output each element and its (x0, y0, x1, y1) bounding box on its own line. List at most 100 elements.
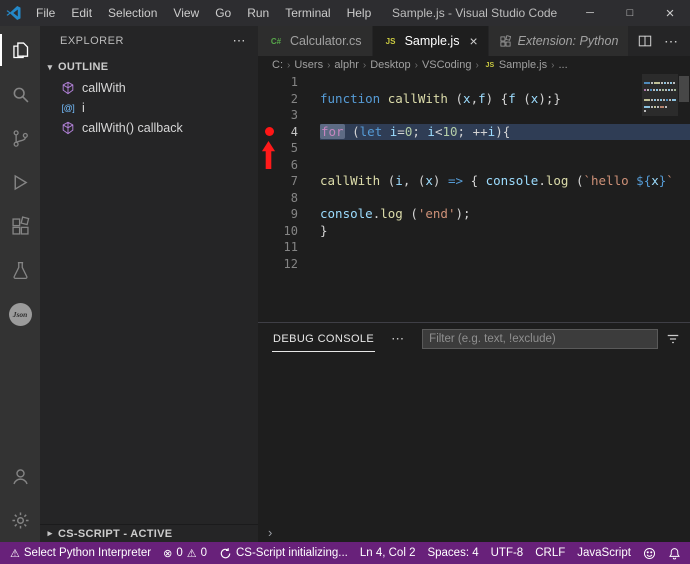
menu-view[interactable]: View (165, 0, 207, 26)
statusbar-left: ⚠ Select Python Interpreter ⊗ 0 ⚠ 0 CS-Script … (4, 542, 354, 564)
activity-item-account[interactable] (0, 454, 40, 498)
breadcrumb-item[interactable]: JS Sample.js (483, 59, 548, 71)
code-token: ( (380, 173, 396, 188)
menu-edit[interactable]: Edit (63, 0, 100, 26)
line-number[interactable]: 11 (280, 239, 298, 256)
statusbar-item-indentation[interactable]: Spaces: 4 (421, 542, 484, 564)
menu-terminal[interactable]: Terminal (277, 0, 338, 26)
close-button[interactable]: × (650, 0, 690, 26)
breadcrumb-item[interactable]: alphr (334, 59, 358, 71)
line-number[interactable]: 10 (280, 223, 298, 240)
menu-file[interactable]: File (28, 0, 63, 26)
minimap-segment (644, 109, 646, 112)
maximize-button[interactable]: □ (610, 0, 650, 26)
outline-item[interactable]: callWith() callback (40, 118, 258, 138)
statusbar-item-feedback[interactable] (637, 542, 662, 564)
minimize-button[interactable]: ─ (570, 0, 610, 26)
code-token: log (380, 206, 403, 221)
filter-icon[interactable] (666, 332, 680, 346)
chevron-right-icon: ▸ (47, 528, 53, 538)
code-line-9[interactable]: 9 console.log ('end'); (258, 206, 690, 223)
statusbar-item-language-mode[interactable]: JavaScript (571, 542, 637, 564)
filter-input[interactable] (422, 328, 658, 349)
breakpoint-gutter[interactable] (258, 127, 280, 137)
line-number[interactable]: 7 (280, 173, 298, 190)
editor-more-actions-icon[interactable]: ⋯ (664, 33, 678, 50)
statusbar-item-cursor-position[interactable]: Ln 4, Col 2 (354, 542, 422, 564)
breadcrumb-item[interactable]: ... (558, 59, 567, 71)
code-token: } (320, 222, 328, 238)
repl-input-row[interactable]: › (258, 522, 690, 542)
statusbar-item-python-interpreter[interactable]: ⚠ Select Python Interpreter (4, 542, 157, 564)
code-token: . (538, 173, 546, 188)
activity-item-run-debug[interactable] (0, 160, 40, 204)
menu-help[interactable]: Help (339, 0, 380, 26)
line-number[interactable]: 6 (280, 157, 298, 174)
activity-item-test-beaker[interactable] (0, 248, 40, 292)
line-number[interactable]: 3 (280, 107, 298, 124)
code-line-11[interactable]: 11 (258, 239, 690, 256)
tab-extension-python[interactable]: Extension: Python (488, 26, 630, 56)
code-line-8[interactable]: 8 (258, 190, 690, 207)
line-number[interactable]: 1 (280, 74, 298, 91)
minimap-segment (674, 89, 676, 92)
cs-script-section-header[interactable]: ▸ CS-SCRIPT - ACTIVE (40, 524, 258, 542)
menu-selection[interactable]: Selection (100, 0, 165, 26)
minimap-slider[interactable] (642, 74, 678, 116)
code-line-10[interactable]: 10} (258, 223, 690, 240)
code-text: for (let i=0; i<10; ++i){ (320, 123, 690, 140)
line-number[interactable]: 5 (280, 140, 298, 157)
activity-item-json-badge[interactable]: Json (0, 292, 40, 336)
tab-close-icon[interactable]: × (469, 33, 477, 49)
code-line-1[interactable]: 1 (258, 74, 690, 91)
code-token: , ( (402, 173, 426, 188)
code-line-5[interactable]: 5 (258, 140, 690, 157)
statusbar-item-notifications[interactable] (662, 542, 687, 564)
code-line-2[interactable]: 2 function callWith (x,f) {f (x);} (258, 91, 690, 108)
activity-item-extensions[interactable] (0, 204, 40, 248)
tab-calculator-cs[interactable]: C# Calculator.cs (258, 26, 373, 56)
panel-more-actions-icon[interactable]: ⋯ (391, 331, 404, 347)
split-editor-icon[interactable] (638, 34, 652, 48)
statusbar-item-eol[interactable]: CRLF (529, 542, 571, 564)
line-number[interactable]: 4 (280, 124, 298, 141)
tab-sample-js[interactable]: JS Sample.js × (372, 26, 489, 56)
explorer-more-actions-icon[interactable]: ⋯ (233, 33, 247, 49)
activity-item-settings[interactable] (0, 498, 40, 542)
code-line-6[interactable]: 6 (258, 157, 690, 174)
activity-item-source-control[interactable] (0, 116, 40, 160)
breadcrumb-item[interactable]: VSCoding (422, 59, 472, 71)
outline-section-header[interactable]: ▾ OUTLINE (40, 56, 258, 78)
code-line-4[interactable]: 4 for (let i=0; i<10; ++i){ (258, 123, 690, 141)
line-number[interactable]: 9 (280, 206, 298, 223)
editor-tab-bar: C# Calculator.cs JS Sample.js × Extension: Py… (258, 26, 690, 56)
code-line-7[interactable]: 7 callWith (i, (x) => { console.log (`hel… (258, 173, 690, 190)
activity-item-search[interactable] (0, 72, 40, 116)
editor-scrollbar-thumb[interactable] (679, 76, 689, 102)
line-number[interactable]: 12 (280, 256, 298, 273)
cs-script-label: CS-SCRIPT - ACTIVE (58, 527, 173, 540)
js-file-icon: JS (485, 61, 495, 69)
line-number[interactable]: 8 (280, 190, 298, 207)
account-icon (10, 466, 31, 487)
tab-debug-console[interactable]: DEBUG CONSOLE (272, 325, 376, 352)
code-line-3[interactable]: 3 (258, 107, 690, 124)
code-line-12[interactable]: 12 (258, 256, 690, 273)
json-badge-icon: Json (8, 302, 32, 326)
statusbar-item-encoding[interactable]: UTF-8 (485, 542, 530, 564)
breadcrumb-item[interactable]: C: (272, 59, 283, 71)
breakpoint-icon[interactable] (264, 127, 274, 137)
statusbar-item-problems[interactable]: ⊗ 0 ⚠ 0 (157, 542, 213, 564)
minimap[interactable] (642, 74, 678, 322)
breadcrumb-item[interactable]: Users (294, 59, 323, 71)
activity-item-explorer[interactable] (0, 28, 40, 72)
outline-item[interactable]: callWith (40, 78, 258, 98)
line-number[interactable]: 2 (280, 91, 298, 108)
statusbar-item-cs-script[interactable]: CS-Script initializing... (213, 542, 354, 564)
code-editor[interactable]: 1 2 function callWith (x,f) {f (x);} 3 4 for … (258, 74, 690, 322)
menu-run[interactable]: Run (239, 0, 277, 26)
menu-go[interactable]: Go (207, 0, 239, 26)
outline-item[interactable]: [@] i (40, 98, 258, 118)
breadcrumb-item[interactable]: Desktop (370, 59, 410, 71)
source-control-icon (10, 128, 31, 149)
